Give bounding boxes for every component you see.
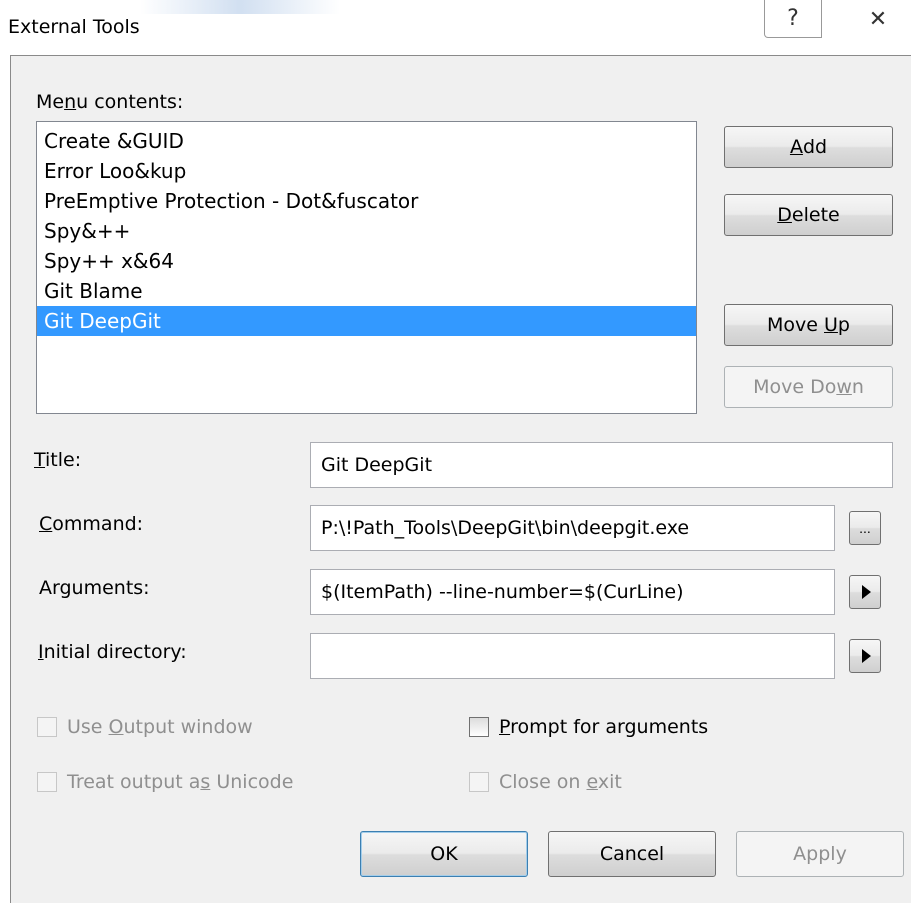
list-item[interactable]: Spy&++: [37, 216, 696, 246]
command-field[interactable]: [310, 505, 835, 551]
menu-contents-list[interactable]: Create &GUID Error Loo&kup PreEmptive Prot…: [36, 121, 697, 414]
close-icon: ✕: [868, 6, 888, 32]
initial-directory-label: Initial directory:: [38, 641, 187, 663]
external-tools-dialog: Menu contents: Create &GUID Error Loo&kup…: [10, 55, 911, 903]
command-label: Command:: [39, 513, 144, 535]
delete-button[interactable]: Delete: [724, 194, 893, 236]
arguments-field[interactable]: [310, 569, 835, 615]
list-item[interactable]: Create &GUID: [37, 126, 696, 156]
list-item[interactable]: Spy++ x&64: [37, 246, 696, 276]
use-output-window-checkbox[interactable]: Use Output window: [37, 716, 253, 738]
menu-contents-label: Menu contents:: [36, 91, 184, 113]
treat-output-as-unicode-checkbox[interactable]: Treat output as Unicode: [37, 771, 293, 793]
close-on-exit-label: Close on exit: [499, 771, 622, 793]
arrow-right-icon: [862, 649, 871, 663]
command-browse-button[interactable]: ...: [849, 511, 881, 545]
list-item[interactable]: Git Blame: [37, 276, 696, 306]
arguments-label: Arguments:: [39, 577, 150, 599]
list-item[interactable]: Git DeepGit: [37, 306, 696, 336]
apply-button[interactable]: Apply: [736, 831, 904, 877]
help-button[interactable]: ?: [764, 0, 822, 38]
title-bar-glow: [140, 0, 340, 14]
treat-output-as-unicode-label: Treat output as Unicode: [67, 771, 294, 793]
checkbox-box: [37, 772, 57, 792]
title-bar: External Tools ? ✕: [0, 0, 911, 50]
add-button[interactable]: Add: [724, 126, 893, 168]
ellipsis-icon: ...: [859, 520, 871, 536]
title-field[interactable]: [310, 442, 893, 488]
ok-button[interactable]: OK: [360, 831, 528, 877]
move-up-button[interactable]: Move Up: [724, 304, 893, 346]
arguments-menu-button[interactable]: [849, 575, 881, 609]
list-item[interactable]: Error Loo&kup: [37, 156, 696, 186]
close-on-exit-checkbox[interactable]: Close on exit: [469, 771, 622, 793]
title-label: Title:: [34, 449, 82, 471]
close-button[interactable]: ✕: [848, 0, 908, 38]
list-item[interactable]: PreEmptive Protection - Dot&fuscator: [37, 186, 696, 216]
prompt-for-arguments-checkbox[interactable]: Prompt for arguments: [469, 716, 708, 738]
checkbox-box: [469, 772, 489, 792]
initial-directory-field[interactable]: [310, 633, 835, 679]
move-down-button[interactable]: Move Do w n: [724, 366, 893, 408]
cancel-button[interactable]: Cancel: [548, 831, 716, 877]
title-bar-buttons: ? ✕: [764, 0, 911, 38]
help-icon: ?: [787, 6, 799, 31]
initial-directory-menu-button[interactable]: [849, 639, 881, 673]
checkbox-box: [469, 717, 489, 737]
window-title: External Tools: [8, 16, 140, 38]
arrow-right-icon: [862, 585, 871, 599]
prompt-for-arguments-label: Prompt for arguments: [499, 716, 709, 738]
use-output-window-label: Use Output window: [67, 716, 253, 738]
checkbox-box: [37, 717, 57, 737]
